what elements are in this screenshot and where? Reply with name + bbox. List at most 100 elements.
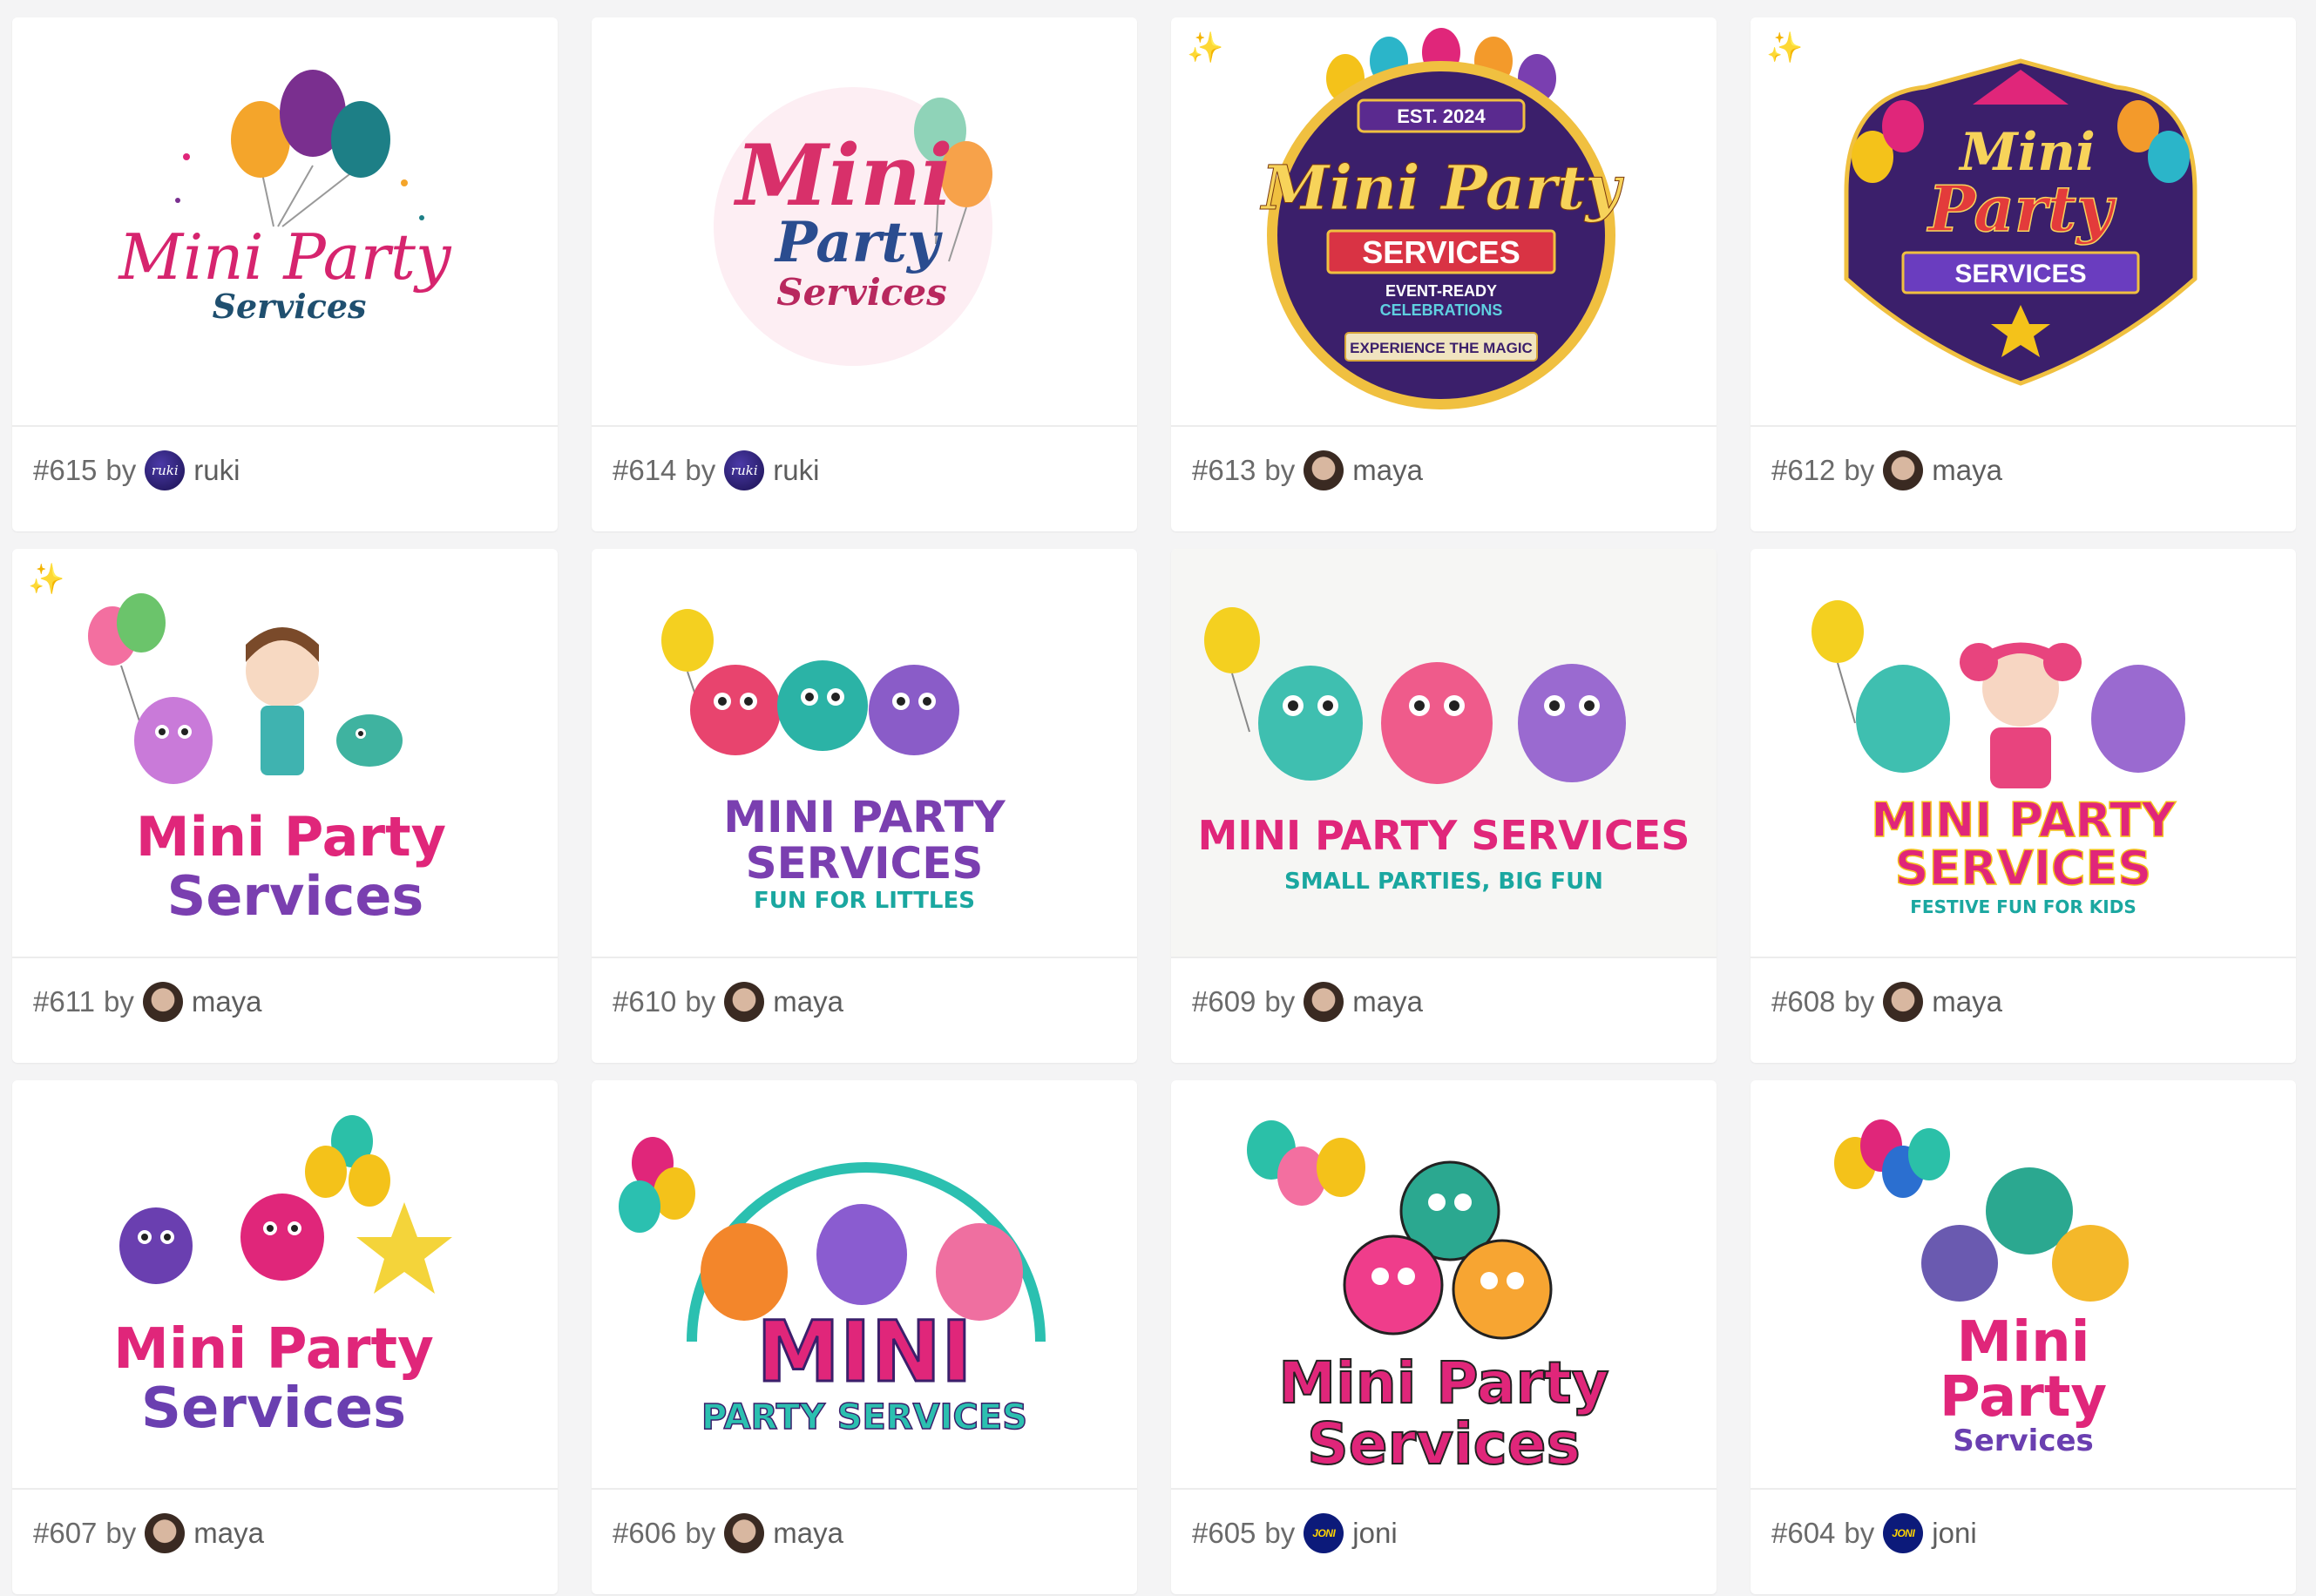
- logo-line-2: SERVICES: [746, 838, 984, 889]
- logo-est: EST. 2024: [1397, 105, 1486, 127]
- user-avatar[interactable]: [724, 982, 765, 1022]
- gallery-card[interactable]: Mini Party Services #607 by maya: [12, 1080, 558, 1594]
- logo-thumbnail[interactable]: MINI PARTY SERVICES: [592, 1080, 1137, 1490]
- user-avatar[interactable]: [1883, 450, 1924, 490]
- gallery-card[interactable]: MINI PARTY SERVICES #606 by maya: [592, 1080, 1137, 1594]
- gallery-card[interactable]: Mini Party Services #605 by JONI joni: [1171, 1080, 1717, 1594]
- by-label: by: [685, 1517, 716, 1549]
- logo-number[interactable]: #614: [613, 454, 676, 487]
- logo-number[interactable]: #605: [1192, 1517, 1256, 1550]
- logo-thumbnail[interactable]: Mini Party Services: [1751, 1080, 2296, 1490]
- logo-number[interactable]: #608: [1771, 985, 1835, 1018]
- logo-image: Mini Party Services: [113, 1115, 452, 1441]
- author-name[interactable]: maya: [1352, 985, 1423, 1018]
- user-avatar[interactable]: JONI: [1883, 1513, 1924, 1553]
- by-label: by: [685, 985, 716, 1018]
- logo-tag-1: EVENT-READY: [1385, 282, 1497, 300]
- user-avatar[interactable]: [142, 982, 183, 1022]
- author-name[interactable]: ruki: [773, 454, 819, 487]
- logo-tag-3: EXPERIENCE THE MAGIC: [1350, 340, 1533, 356]
- user-avatar[interactable]: [1304, 982, 1344, 1022]
- sparkle-icon: ✨: [1187, 31, 1224, 64]
- card-caption: #612 by maya: [1751, 427, 2296, 514]
- author-name[interactable]: maya: [192, 985, 262, 1018]
- card-caption: #605 by JONI joni: [1171, 1490, 1717, 1577]
- logo-number[interactable]: #611: [33, 985, 95, 1018]
- logo-image: MINI PARTY SERVICES SMALL PARTIES, BIG F…: [1198, 607, 1690, 895]
- logo-number[interactable]: #615: [33, 454, 97, 487]
- user-avatar[interactable]: [145, 1513, 186, 1553]
- author-name[interactable]: maya: [773, 985, 843, 1018]
- user-avatar[interactable]: ruki: [145, 450, 186, 490]
- user-avatar[interactable]: [724, 1513, 765, 1553]
- by-label: by: [1844, 1517, 1875, 1549]
- logo-thumbnail[interactable]: MINI PARTY SERVICES SMALL PARTIES, BIG F…: [1171, 549, 1717, 958]
- author-name[interactable]: maya: [1352, 454, 1423, 487]
- author-name[interactable]: maya: [193, 1517, 264, 1550]
- logo-tag-2: CELEBRATIONS: [1380, 301, 1503, 319]
- logo-thumbnail[interactable]: ✨ EST. 2024 Mini Party SERVICES EVENT-RE…: [1171, 17, 1717, 427]
- logo-title: Mini Party: [1260, 152, 1624, 224]
- gallery-card[interactable]: Mini Party Services #604 by JONI joni: [1751, 1080, 2296, 1594]
- logo-line-2: Party: [1940, 1365, 2107, 1430]
- card-caption: #607 by maya: [12, 1490, 558, 1577]
- gallery-card[interactable]: ✨ Mini Party SERVICES #612 by maya: [1751, 17, 2296, 531]
- author-name[interactable]: maya: [1932, 454, 2002, 487]
- author-name[interactable]: ruki: [193, 454, 240, 487]
- user-avatar[interactable]: [1883, 982, 1924, 1022]
- logo-number[interactable]: #613: [1192, 454, 1256, 487]
- logo-number[interactable]: #612: [1771, 454, 1835, 487]
- card-caption: #606 by maya: [592, 1490, 1137, 1577]
- user-avatar[interactable]: JONI: [1304, 1513, 1344, 1553]
- logo-title: Mini Party: [136, 805, 446, 869]
- logo-thumbnail[interactable]: Mini Party Services: [12, 17, 558, 427]
- card-caption: #608 by maya: [1751, 958, 2296, 1045]
- author-name[interactable]: joni: [1352, 1517, 1397, 1550]
- user-avatar[interactable]: ruki: [724, 450, 765, 490]
- logo-image: MINI PARTY SERVICES: [619, 1137, 1046, 1438]
- logo-thumbnail[interactable]: Mini Party Services: [1171, 1080, 1717, 1490]
- author-name[interactable]: maya: [1932, 985, 2002, 1018]
- by-label: by: [105, 1517, 137, 1549]
- logo-subtitle: Services: [141, 1376, 406, 1441]
- user-avatar[interactable]: [1304, 450, 1344, 490]
- card-caption: #611 by maya: [12, 958, 558, 1045]
- logo-image: Mini Party Services: [1834, 1119, 2129, 1458]
- logo-number[interactable]: #607: [33, 1517, 97, 1550]
- gallery-card[interactable]: ✨ EST. 2024 Mini Party SERVICES EVENT-RE…: [1171, 17, 1717, 531]
- by-label: by: [1264, 1517, 1296, 1549]
- logo-thumbnail[interactable]: Mini Party Services: [592, 17, 1137, 427]
- logo-thumbnail[interactable]: ✨ Mini Party Services: [12, 549, 558, 958]
- logo-title: MINI: [756, 1303, 972, 1401]
- logo-number[interactable]: #604: [1771, 1517, 1835, 1550]
- by-label: by: [1264, 985, 1296, 1018]
- logo-subtitle: SERVICES: [1362, 234, 1520, 270]
- author-name[interactable]: maya: [773, 1517, 843, 1550]
- author-name[interactable]: joni: [1932, 1517, 1976, 1550]
- logo-image: Mini Party Services: [714, 87, 992, 366]
- logo-image: Mini Party Services: [1247, 1120, 1610, 1478]
- gallery-card[interactable]: Mini Party Services #614 by ruki ruki: [592, 17, 1137, 531]
- logo-title: Mini Party: [117, 220, 452, 294]
- gallery-card[interactable]: MINI PARTY SERVICES FUN FOR LITTLES #610…: [592, 549, 1137, 1063]
- logo-thumbnail[interactable]: MINI PARTY SERVICES FUN FOR LITTLES: [592, 549, 1137, 958]
- gallery-card[interactable]: ✨ Mini Party Services #611 by maya: [12, 549, 558, 1063]
- logo-number[interactable]: #610: [613, 985, 676, 1018]
- logo-thumbnail[interactable]: ✨ Mini Party SERVICES: [1751, 17, 2296, 427]
- logo-thumbnail[interactable]: MINI PARTY SERVICES FESTIVE FUN FOR KIDS: [1751, 549, 2296, 958]
- logo-thumbnail[interactable]: Mini Party Services: [12, 1080, 558, 1490]
- logo-number[interactable]: #609: [1192, 985, 1256, 1018]
- card-caption: #614 by ruki ruki: [592, 427, 1137, 514]
- logo-image: Mini Party Services: [117, 70, 452, 326]
- gallery-card[interactable]: Mini Party Services #615 by ruki ruki: [12, 17, 558, 531]
- card-caption: #604 by JONI joni: [1751, 1490, 2296, 1577]
- logo-number[interactable]: #606: [613, 1517, 676, 1550]
- gallery-card[interactable]: MINI PARTY SERVICES FESTIVE FUN FOR KIDS…: [1751, 549, 2296, 1063]
- logo-image: MINI PARTY SERVICES FESTIVE FUN FOR KIDS: [1811, 600, 2185, 917]
- logo-subtitle: PARTY SERVICES: [701, 1397, 1027, 1437]
- gallery-card[interactable]: MINI PARTY SERVICES SMALL PARTIES, BIG F…: [1171, 549, 1717, 1063]
- by-label: by: [685, 454, 716, 486]
- logo-title: Mini Party: [113, 1317, 434, 1382]
- sparkle-icon: ✨: [1766, 31, 1804, 64]
- logo-title: MINI PARTY: [723, 792, 1006, 842]
